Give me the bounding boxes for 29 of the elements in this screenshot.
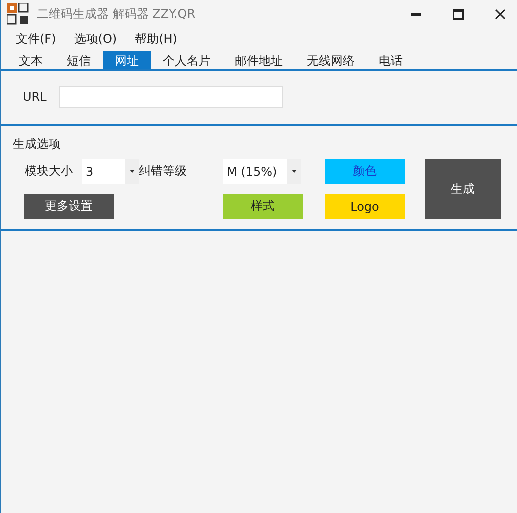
more-settings-button[interactable]: 更多设置 [24,194,114,219]
dropdown-arrow-icon[interactable] [130,170,134,173]
menu-item[interactable]: 选项(O) [67,28,124,50]
tab[interactable]: 邮件地址 [223,51,295,69]
error-level-dropdown[interactable]: M (15%) [223,159,301,184]
module-size-label: 模块大小 [24,163,74,180]
tab[interactable]: 网址 [103,51,151,69]
tab[interactable]: 无线网络 [295,51,367,69]
close-icon[interactable] [494,8,506,20]
tab[interactable]: 个人名片 [151,51,223,69]
color-button[interactable]: 颜色 [325,159,405,184]
menu-item[interactable]: 帮助(H) [128,28,184,50]
logo-button[interactable]: Logo [325,194,405,219]
tab[interactable]: 短信 [55,51,103,69]
qr-code-icon [7,3,29,25]
minimize-icon[interactable] [411,12,421,16]
generate-button[interactable]: 生成 [425,159,501,219]
maximize-icon[interactable] [452,8,464,20]
url-field[interactable] [58,86,283,108]
window-title: 二维码生成器 解码器 ZZY.QR [37,6,197,22]
style-button[interactable]: 样式 [223,194,303,219]
tab[interactable]: 文本 [7,51,55,69]
dropdown-arrow-icon[interactable] [292,170,296,173]
menu-item[interactable]: 文件(F) [9,28,64,50]
error-level-label: 纠错等级 [139,163,188,180]
module-size-dropdown[interactable]: 3 [82,159,139,184]
url-label: URL [23,90,47,104]
section-title: 生成选项 [13,136,62,153]
tab[interactable]: 电话 [367,51,415,69]
